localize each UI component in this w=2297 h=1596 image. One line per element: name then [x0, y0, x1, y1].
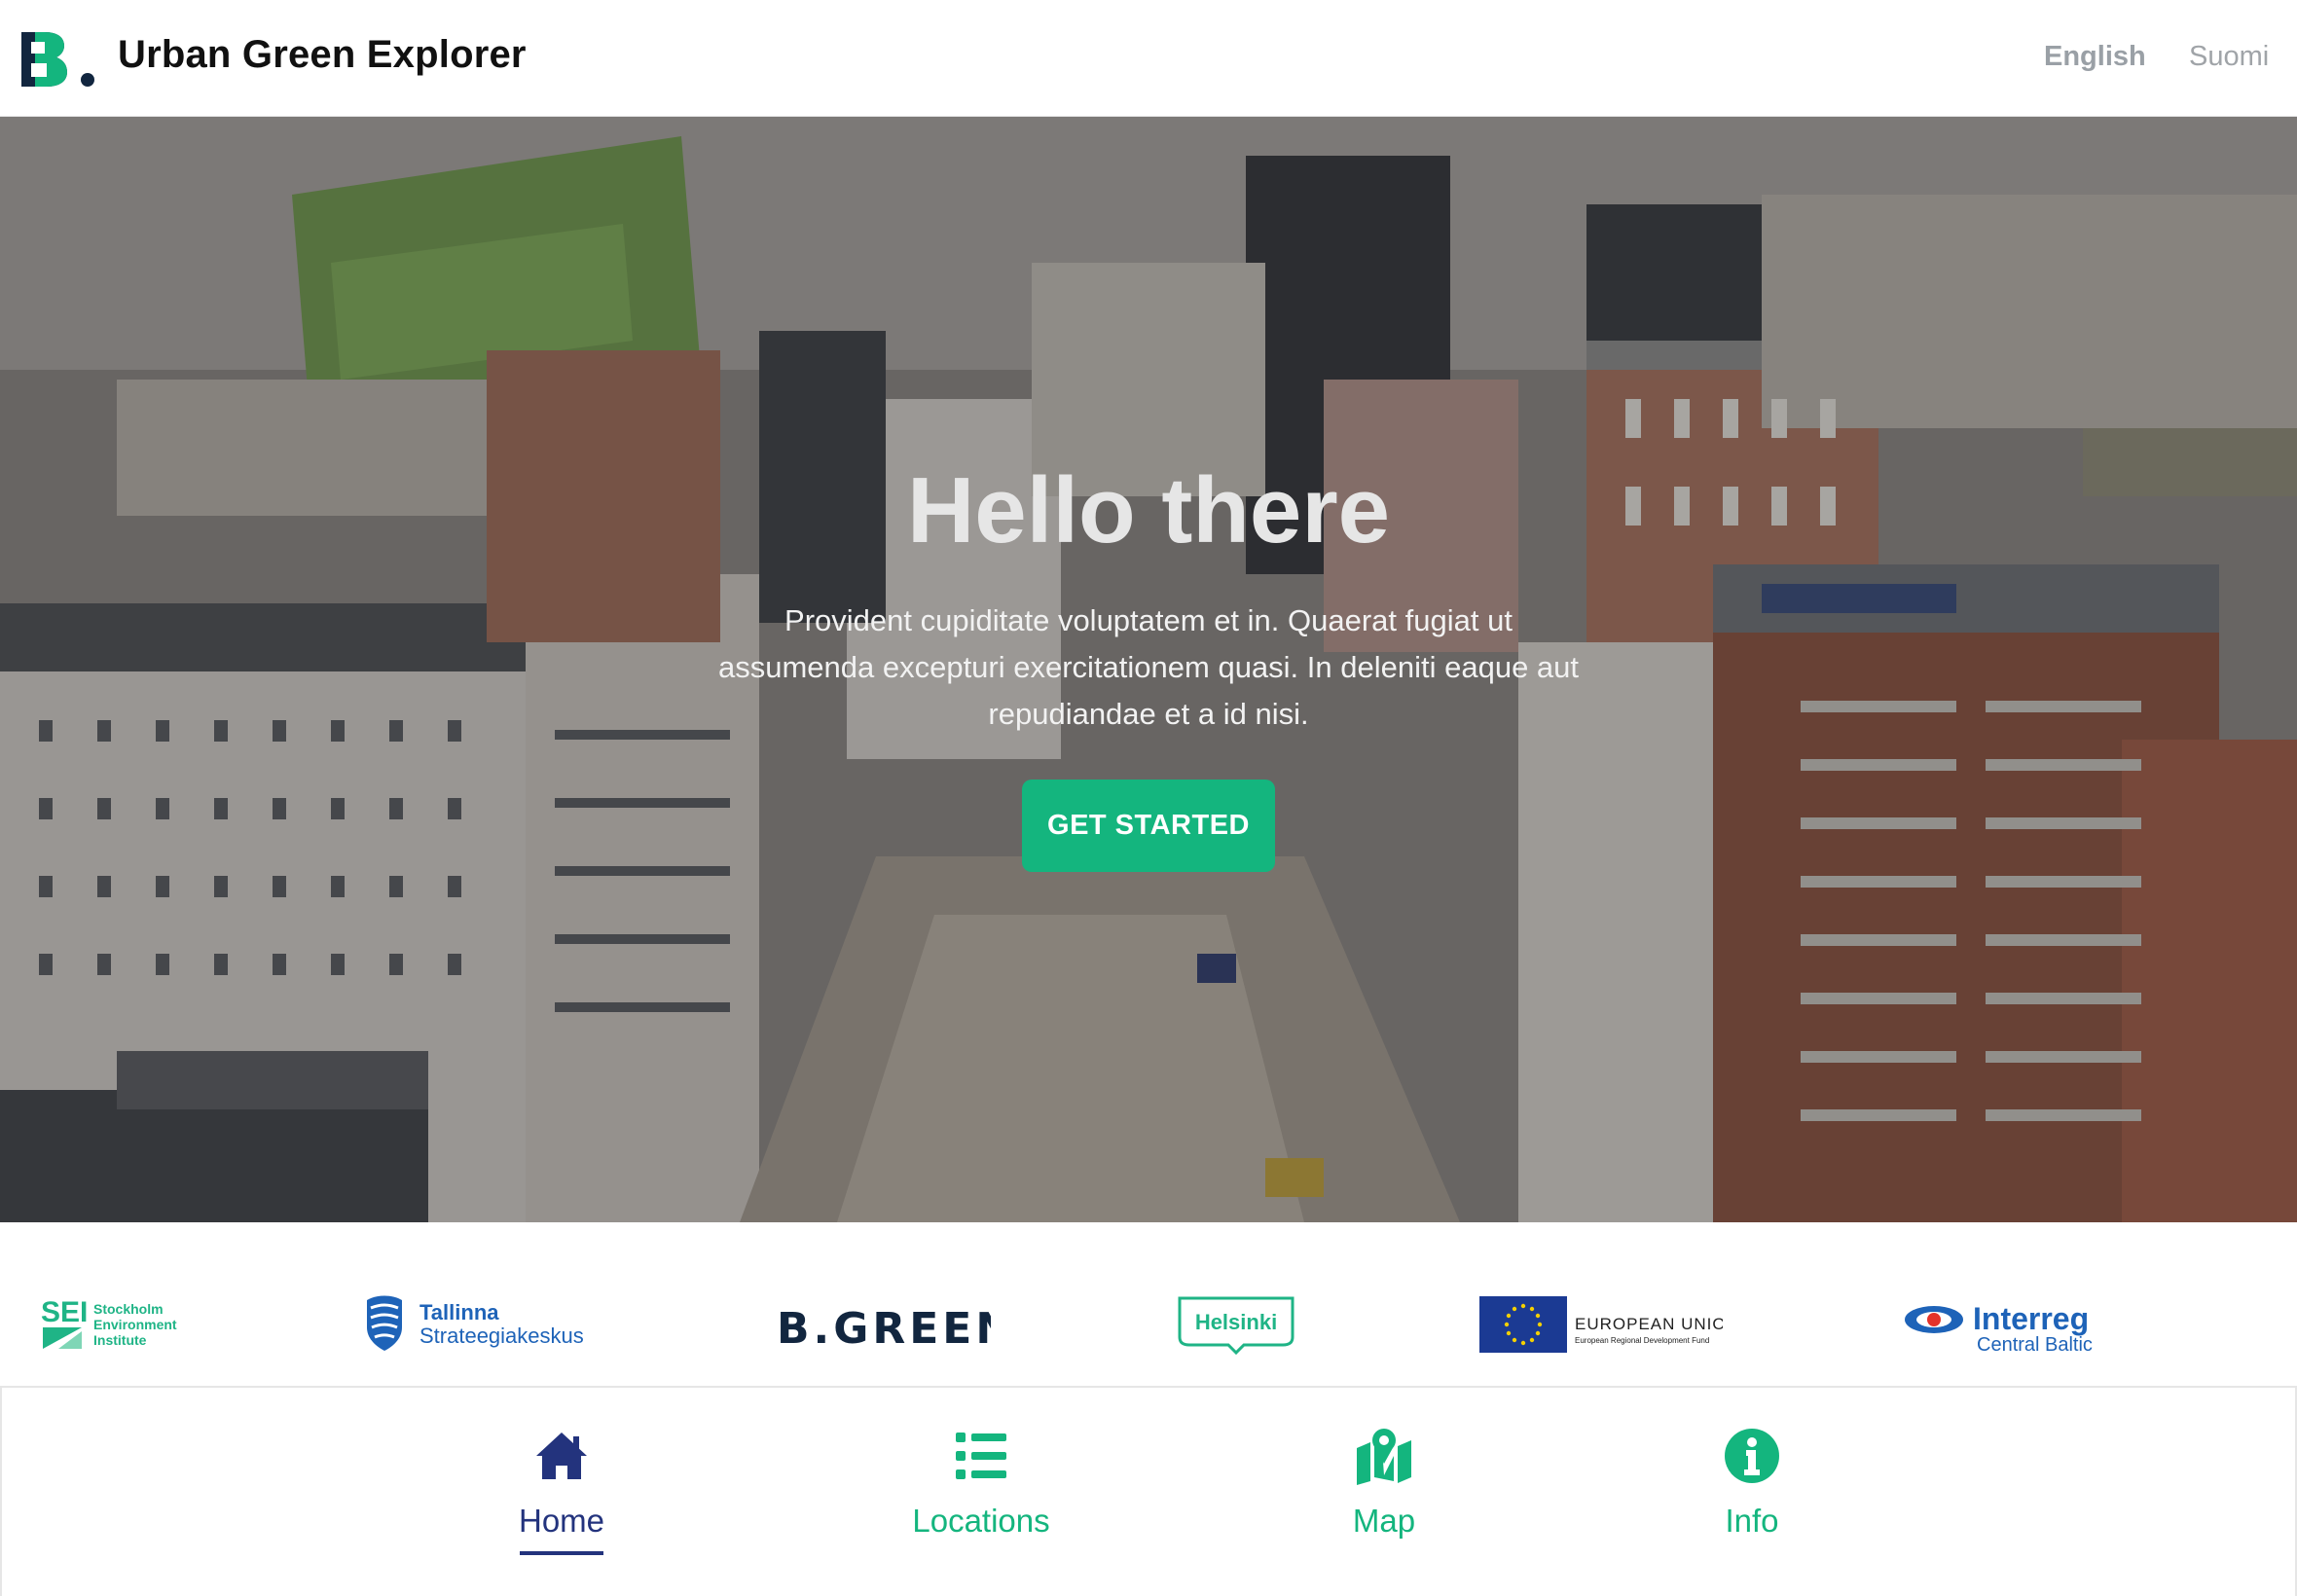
interreg-logo: Interreg Central Baltic — [1905, 1301, 2093, 1355]
svg-text:B.GREEN: B.GREEN — [777, 1304, 991, 1349]
eu-logo: EUROPEAN UNION European Regional Develop… — [1479, 1296, 1723, 1353]
svg-text:Strateegiakeskus: Strateegiakeskus — [419, 1324, 584, 1348]
app-logo[interactable] — [21, 32, 97, 87]
svg-text:Institute: Institute — [93, 1332, 147, 1348]
list-icon — [956, 1433, 1006, 1479]
hero-subtitle: Provident cupiditate voluptatem et in. Q… — [717, 603, 1580, 731]
svg-text:Interreg: Interreg — [1973, 1301, 2089, 1336]
bottom-navigation: Home Locations Map Info — [0, 1386, 2297, 1596]
info-icon — [1725, 1429, 1779, 1483]
nav-item-locations[interactable]: Locations — [884, 1427, 1078, 1540]
svg-text:European Regional Development: European Regional Development Fund — [1575, 1336, 1709, 1345]
nav-label-map: Map — [1352, 1503, 1416, 1539]
svg-text:EUROPEAN UNION: EUROPEAN UNION — [1575, 1315, 1723, 1333]
svg-text:Central Baltic: Central Baltic — [1977, 1334, 2093, 1355]
app-title: Urban Green Explorer — [118, 33, 527, 76]
svg-text:SEI: SEI — [41, 1296, 88, 1328]
language-english[interactable]: English — [2044, 41, 2146, 73]
nav-item-map[interactable]: Map — [1287, 1427, 1481, 1540]
nav-item-home[interactable]: Home — [464, 1427, 659, 1540]
nav-item-info[interactable]: Info — [1655, 1427, 1849, 1540]
get-started-button[interactable]: GET STARTED — [1022, 780, 1275, 872]
home-icon — [536, 1433, 587, 1479]
nav-label-info: Info — [1725, 1503, 1779, 1539]
active-tab-indicator — [520, 1551, 603, 1555]
hero-section: Hello there Provident cupiditate volupta… — [0, 117, 2297, 1222]
svg-text:Helsinki: Helsinki — [1195, 1310, 1277, 1334]
nav-label-locations: Locations — [912, 1503, 1050, 1539]
svg-text:Tallinna: Tallinna — [419, 1300, 499, 1324]
sei-logo: SEI Stockholm Environment Institute — [41, 1296, 177, 1349]
svg-text:Environment: Environment — [93, 1317, 177, 1332]
helsinki-logo: Helsinki — [1178, 1296, 1294, 1355]
partner-logos: SEI Stockholm Environment Institute Tall… — [0, 1222, 2297, 1388]
bgreen-logo: B.GREEN — [777, 1304, 991, 1349]
language-suomi[interactable]: Suomi — [2189, 41, 2269, 73]
map-icon — [1357, 1429, 1411, 1485]
tallinna-logo: Tallinna Strateegiakeskus — [367, 1295, 584, 1351]
nav-label-home: Home — [518, 1503, 605, 1539]
hero-title: Hello there — [906, 458, 1391, 562]
app-header: Urban Green Explorer English Suomi — [0, 0, 2297, 117]
svg-text:Stockholm: Stockholm — [93, 1301, 164, 1317]
